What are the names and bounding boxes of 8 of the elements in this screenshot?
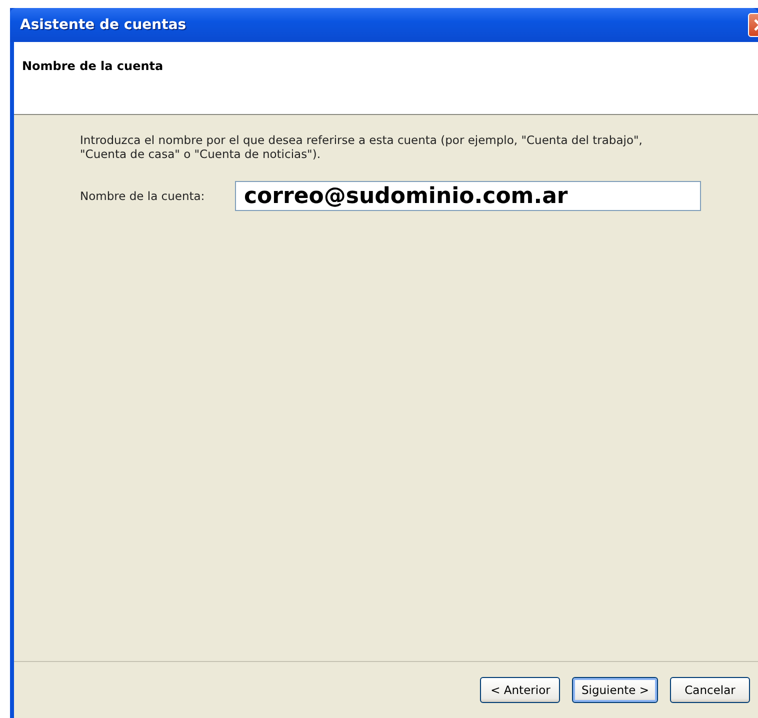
wizard-button[interactable]: < Anterior <box>480 677 560 703</box>
page-title: Nombre de la cuenta <box>22 59 164 73</box>
instructions-text: Introduzca el nombre por el que desea referirse a esta cuenta (por ejemplo, "Cuenta del trabajo", "Cuenta de casa" o "Cuenta de noticias"). <box>80 133 644 161</box>
account-name-field[interactable]: correo@sudominio.com.ar <box>235 181 701 211</box>
wizard-button[interactable]: Siguiente > <box>572 677 658 703</box>
wizard-button[interactable]: Cancelar <box>670 677 750 703</box>
window-title: Asistente de cuentas <box>20 17 186 33</box>
field-label: Nombre de la cuenta: <box>80 189 206 203</box>
